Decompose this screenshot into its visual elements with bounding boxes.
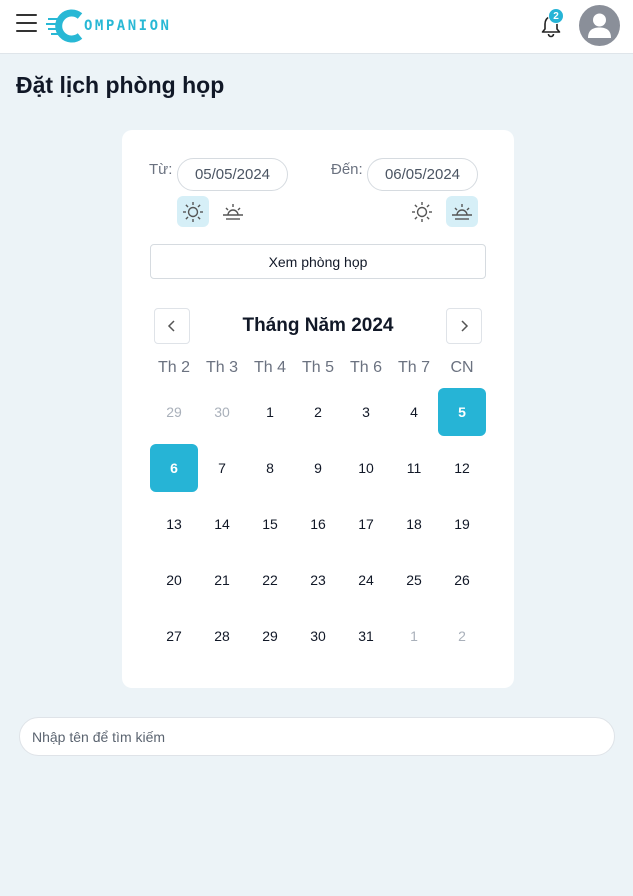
day-cell[interactable]: 28 <box>198 612 246 660</box>
day-cell[interactable]: 17 <box>342 500 390 548</box>
from-sun-icon[interactable] <box>177 196 209 227</box>
day-cell[interactable]: 13 <box>150 500 198 548</box>
day-cell[interactable]: 10 <box>342 444 390 492</box>
notification-badge: 2 <box>548 8 564 24</box>
weekday-label: Th 6 <box>349 359 382 376</box>
day-cell[interactable]: 8 <box>246 444 294 492</box>
day-cell[interactable]: 1 <box>246 388 294 436</box>
from-date-field[interactable]: 05/05/2024 <box>177 158 288 191</box>
day-cell[interactable]: 16 <box>294 500 342 548</box>
day-cell[interactable]: 3 <box>342 388 390 436</box>
from-label: Từ: <box>149 161 173 178</box>
from-sunset-icon[interactable] <box>217 196 249 227</box>
avatar[interactable] <box>579 5 620 46</box>
selected-day-cell[interactable]: 6 <box>150 444 198 492</box>
to-sun-icon[interactable] <box>406 196 438 227</box>
page-title: Đặt lịch phòng họp <box>16 72 225 98</box>
weekday-label: Th 3 <box>205 359 238 376</box>
selected-day-cell[interactable]: 5 <box>438 388 486 436</box>
weekday-label: CN <box>450 359 474 376</box>
view-rooms-button[interactable]: Xem phòng họp <box>150 244 486 279</box>
day-cell[interactable]: 12 <box>438 444 486 492</box>
day-cell[interactable]: 29 <box>246 612 294 660</box>
day-cell[interactable]: 27 <box>150 612 198 660</box>
day-cell[interactable]: 19 <box>438 500 486 548</box>
search-input[interactable] <box>19 717 615 756</box>
day-cell[interactable]: 23 <box>294 556 342 604</box>
booking-card: Từ: 05/05/2024 Đến: 06/05/2024 Xem phòng… <box>122 130 514 688</box>
chevron-right-icon <box>461 320 469 332</box>
top-bar: OMPANION 2 <box>0 0 633 54</box>
user-icon <box>588 13 611 38</box>
menu-icon[interactable] <box>16 14 38 34</box>
to-label: Đến: <box>331 161 363 178</box>
next-month-button[interactable] <box>446 308 482 344</box>
day-cell[interactable]: 9 <box>294 444 342 492</box>
day-cell[interactable]: 30 <box>198 388 246 436</box>
day-cell[interactable]: 31 <box>342 612 390 660</box>
day-cell[interactable]: 1 <box>390 612 438 660</box>
to-date-field[interactable]: 06/05/2024 <box>367 158 478 191</box>
logo-text: OMPANION <box>84 18 172 34</box>
weekday-label: Th 2 <box>157 359 190 376</box>
logo-c-icon <box>46 9 83 43</box>
to-sunset-icon[interactable] <box>446 196 478 227</box>
day-cell[interactable]: 2 <box>438 612 486 660</box>
day-cell[interactable]: 22 <box>246 556 294 604</box>
day-cell[interactable]: 30 <box>294 612 342 660</box>
day-cell[interactable]: 24 <box>342 556 390 604</box>
weekday-label: Th 5 <box>301 359 334 376</box>
day-cell[interactable]: 4 <box>390 388 438 436</box>
day-cell[interactable]: 7 <box>198 444 246 492</box>
day-cell[interactable]: 18 <box>390 500 438 548</box>
day-cell[interactable]: 21 <box>198 556 246 604</box>
day-cell[interactable]: 11 <box>390 444 438 492</box>
day-cell[interactable]: 29 <box>150 388 198 436</box>
day-cell[interactable]: 15 <box>246 500 294 548</box>
weekday-label: Th 7 <box>397 359 430 376</box>
weekday-label: Th 4 <box>253 359 286 376</box>
companion-logo[interactable]: OMPANION <box>46 8 171 44</box>
day-cell[interactable]: 20 <box>150 556 198 604</box>
day-cell[interactable]: 26 <box>438 556 486 604</box>
day-cell[interactable]: 14 <box>198 500 246 548</box>
day-cell[interactable]: 25 <box>390 556 438 604</box>
day-cell[interactable]: 2 <box>294 388 342 436</box>
